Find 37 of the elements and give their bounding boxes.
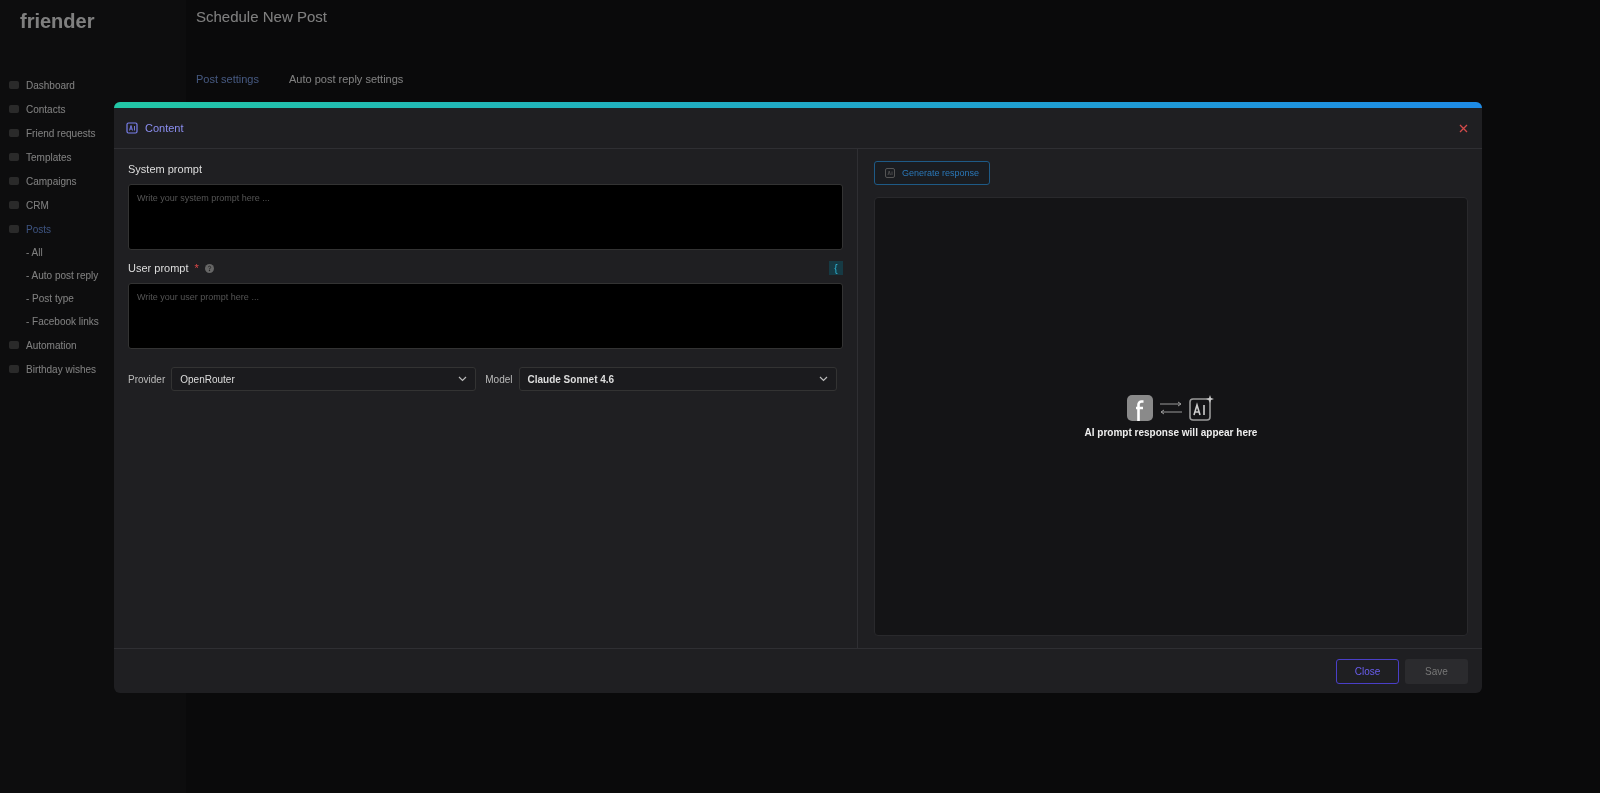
facebook-logo-icon bbox=[1127, 395, 1153, 421]
chevron-down-icon bbox=[818, 376, 828, 382]
page-title: Schedule New Post bbox=[196, 8, 327, 25]
variable-button[interactable]: { bbox=[829, 261, 843, 275]
empty-state-message: AI prompt response will appear here bbox=[1084, 427, 1258, 438]
system-prompt-field[interactable]: Write your system prompt here ... bbox=[128, 184, 843, 250]
provider-select[interactable]: OpenRouter bbox=[171, 367, 477, 391]
required-mark: * bbox=[194, 262, 199, 274]
settings-tab[interactable]: Post settings bbox=[196, 73, 259, 85]
menu-item-icon bbox=[8, 339, 20, 351]
field-label: Provider bbox=[128, 373, 166, 385]
menu-item-icon bbox=[8, 79, 20, 91]
app-logo: friender bbox=[20, 10, 96, 33]
ai-chip-icon bbox=[885, 168, 895, 178]
menu-item-icon bbox=[8, 199, 20, 211]
field-label: System prompt bbox=[128, 162, 203, 177]
menu-item-icon bbox=[8, 127, 20, 139]
menu-item-icon bbox=[8, 175, 20, 187]
chevron-down-icon bbox=[458, 376, 468, 382]
menu-item-icon bbox=[8, 103, 20, 115]
generate-response-button[interactable]: Generate response bbox=[874, 161, 991, 185]
dialog-button[interactable]: Close bbox=[1336, 658, 1399, 684]
swap-arrows-icon bbox=[1159, 401, 1183, 415]
ai-sparkle-icon bbox=[1189, 395, 1215, 421]
dialog-title: Content bbox=[145, 122, 184, 134]
settings-tab[interactable]: Auto post reply settings bbox=[289, 73, 404, 85]
sidebar-item[interactable]: Dashboard bbox=[4, 73, 182, 97]
model-select[interactable]: Claude Sonnet 4.6 bbox=[518, 367, 837, 391]
menu-item-icon bbox=[8, 363, 20, 375]
help-icon[interactable] bbox=[204, 263, 214, 273]
user-prompt-field[interactable]: Write your user prompt here ... bbox=[128, 283, 843, 349]
menu-item-icon bbox=[8, 151, 20, 163]
ai-chip-icon bbox=[126, 122, 138, 134]
sidebar-item[interactable]: Contacts bbox=[4, 97, 182, 121]
field-label: Model bbox=[485, 373, 513, 385]
menu-item-icon bbox=[8, 223, 20, 235]
field-label: User prompt bbox=[128, 262, 189, 274]
